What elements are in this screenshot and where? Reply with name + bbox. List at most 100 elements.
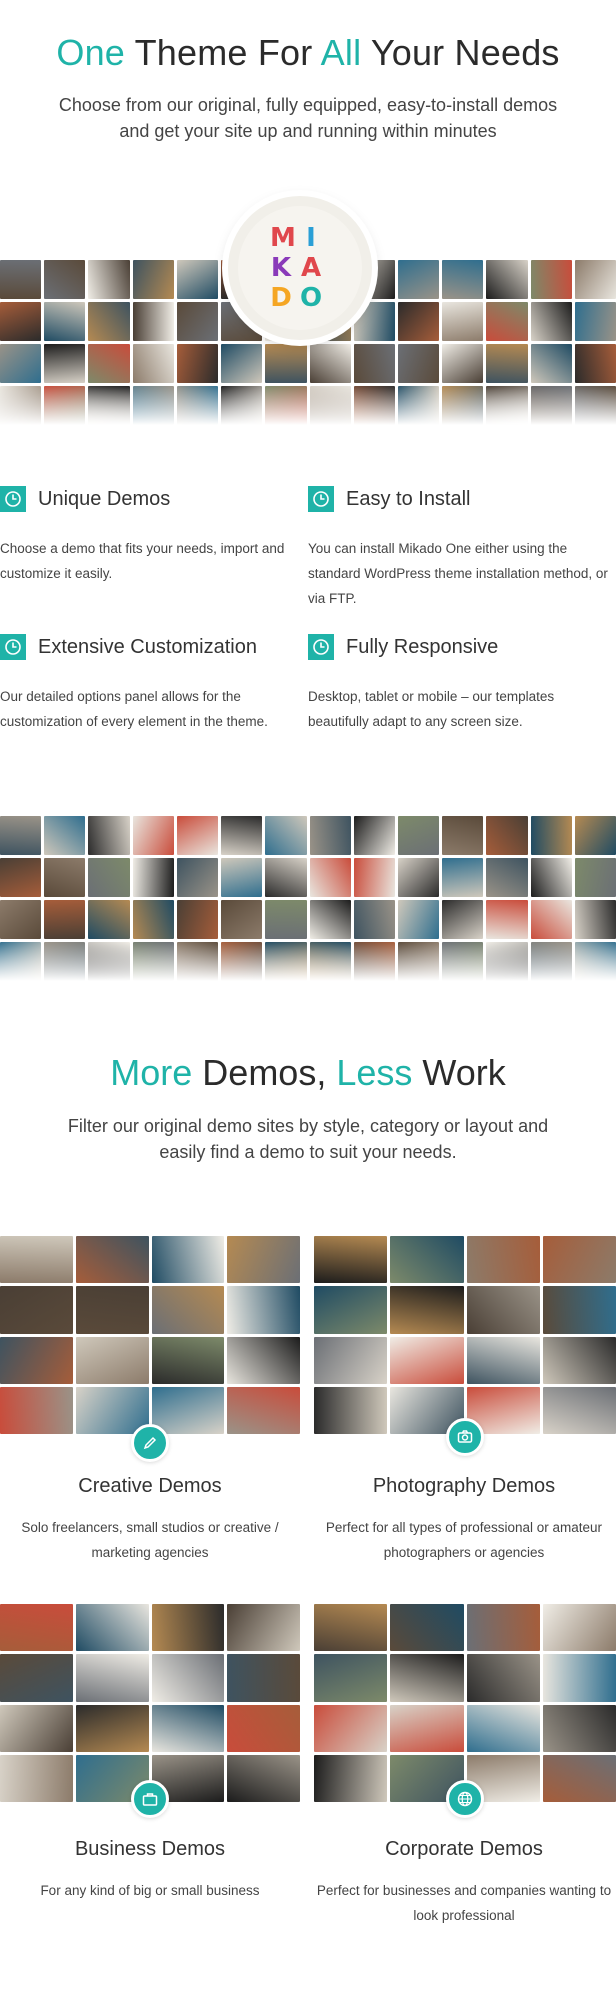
demo-thumbnail[interactable] <box>530 816 572 855</box>
demo-thumbnail[interactable] <box>309 858 351 897</box>
demo-thumbnail[interactable] <box>397 858 440 897</box>
demo-thumbnail[interactable] <box>227 1236 300 1284</box>
demo-thumbnail[interactable] <box>176 816 219 855</box>
demo-thumbnail[interactable] <box>227 1654 300 1702</box>
demo-thumbnail[interactable] <box>486 816 528 855</box>
demo-thumbnail[interactable] <box>176 858 219 897</box>
demo-thumbnail[interactable] <box>542 1604 616 1652</box>
demo-thumbnail[interactable] <box>0 260 42 299</box>
demo-thumbnail[interactable] <box>88 858 130 897</box>
demo-thumbnail[interactable] <box>0 816 42 855</box>
demo-thumbnail[interactable] <box>314 1236 388 1284</box>
demo-thumbnail[interactable] <box>227 1604 300 1652</box>
demo-thumbnail[interactable] <box>132 302 174 341</box>
demo-thumbnail[interactable] <box>227 1286 300 1334</box>
demo-thumbnail[interactable] <box>486 302 528 341</box>
demo-thumbnail[interactable] <box>314 1704 388 1752</box>
demo-thumbnail[interactable] <box>314 1336 388 1384</box>
demo-thumbnail[interactable] <box>542 1236 616 1284</box>
demo-thumbnail[interactable] <box>151 1236 225 1284</box>
demo-thumbnail[interactable] <box>466 1236 540 1284</box>
photography-demos-thumbnails[interactable] <box>314 1236 616 1434</box>
demo-thumbnail[interactable] <box>151 1286 225 1334</box>
demo-thumbnail[interactable] <box>530 260 572 299</box>
demo-thumbnail[interactable] <box>542 1286 616 1334</box>
demo-thumbnail[interactable] <box>151 1386 225 1434</box>
demo-thumbnail[interactable] <box>542 1754 616 1802</box>
demo-thumbnail[interactable] <box>44 900 86 939</box>
demo-thumbnail[interactable] <box>397 260 440 299</box>
demo-thumbnail[interactable] <box>0 1386 73 1434</box>
creative-demos-thumbnails[interactable] <box>0 1236 300 1434</box>
demo-thumbnail[interactable] <box>88 900 130 939</box>
demo-thumbnail[interactable] <box>486 344 528 383</box>
demo-thumbnail[interactable] <box>442 858 484 897</box>
demo-thumbnail[interactable] <box>390 1704 464 1752</box>
demo-thumbnail[interactable] <box>151 1654 225 1702</box>
demo-thumbnail[interactable] <box>542 1386 616 1434</box>
demo-thumbnail[interactable] <box>265 344 307 383</box>
demo-thumbnail[interactable] <box>221 858 263 897</box>
demo-thumbnail[interactable] <box>88 302 130 341</box>
demo-thumbnail[interactable] <box>466 1286 540 1334</box>
demo-thumbnail[interactable] <box>88 260 130 299</box>
demo-thumbnail[interactable] <box>265 900 307 939</box>
demo-thumbnail[interactable] <box>0 1236 73 1284</box>
camera-icon[interactable] <box>446 1418 484 1456</box>
demo-thumbnail[interactable] <box>314 1286 388 1334</box>
demo-thumbnail[interactable] <box>75 1286 149 1334</box>
demo-thumbnail[interactable] <box>132 858 174 897</box>
demo-thumbnail[interactable] <box>0 302 42 341</box>
demo-thumbnail[interactable] <box>309 900 351 939</box>
demo-thumbnail[interactable] <box>132 344 174 383</box>
demo-thumbnail[interactable] <box>0 1654 73 1702</box>
demo-thumbnail[interactable] <box>574 858 616 897</box>
demo-thumbnail[interactable] <box>0 858 42 897</box>
demo-thumbnail[interactable] <box>466 1336 540 1384</box>
demo-thumbnail[interactable] <box>221 344 263 383</box>
demo-thumbnail[interactable] <box>353 816 395 855</box>
demo-thumbnail[interactable] <box>530 858 572 897</box>
pencil-icon[interactable] <box>131 1424 169 1462</box>
demo-thumbnail[interactable] <box>390 1236 464 1284</box>
demo-thumbnail[interactable] <box>75 1236 149 1284</box>
demo-thumbnail[interactable] <box>397 816 440 855</box>
demo-thumbnail[interactable] <box>309 344 351 383</box>
demo-thumbnail[interactable] <box>151 1704 225 1752</box>
demo-thumbnail[interactable] <box>466 1654 540 1702</box>
demo-thumbnail[interactable] <box>574 260 616 299</box>
demo-thumbnail[interactable] <box>0 900 42 939</box>
corporate-demos-thumbnails[interactable] <box>314 1604 616 1802</box>
demo-thumbnail[interactable] <box>542 1704 616 1752</box>
demo-thumbnail[interactable] <box>353 858 395 897</box>
demo-thumbnail[interactable] <box>397 302 440 341</box>
demo-category-title[interactable]: Photography Demos <box>314 1475 614 1498</box>
demo-thumbnail[interactable] <box>75 1654 149 1702</box>
demo-thumbnail[interactable] <box>466 1704 540 1752</box>
demo-category-title[interactable]: Corporate Demos <box>314 1838 614 1861</box>
demo-thumbnail[interactable] <box>88 816 130 855</box>
demo-thumbnail[interactable] <box>574 816 616 855</box>
demo-thumbnail[interactable] <box>265 858 307 897</box>
globe-icon[interactable] <box>446 1780 484 1818</box>
demo-category-title[interactable]: Business Demos <box>0 1838 300 1861</box>
demo-thumbnail[interactable] <box>227 1386 300 1434</box>
demo-thumbnail[interactable] <box>227 1336 300 1384</box>
demo-thumbnail[interactable] <box>176 900 219 939</box>
demo-thumbnail[interactable] <box>442 344 484 383</box>
demo-thumbnail[interactable] <box>574 344 616 383</box>
demo-thumbnail[interactable] <box>44 302 86 341</box>
demo-thumbnail[interactable] <box>44 260 86 299</box>
demo-thumbnail[interactable] <box>75 1704 149 1752</box>
demo-thumbnail[interactable] <box>353 344 395 383</box>
demo-thumbnail[interactable] <box>530 900 572 939</box>
demo-thumbnail[interactable] <box>0 1286 73 1334</box>
demo-thumbnail[interactable] <box>314 1754 388 1802</box>
demo-thumbnail[interactable] <box>314 1604 388 1652</box>
demo-thumbnail[interactable] <box>574 302 616 341</box>
demo-thumbnail[interactable] <box>314 1386 388 1434</box>
demo-thumbnail[interactable] <box>390 1654 464 1702</box>
demo-thumbnail[interactable] <box>530 344 572 383</box>
demo-thumbnail[interactable] <box>309 816 351 855</box>
demo-thumbnail[interactable] <box>176 260 219 299</box>
